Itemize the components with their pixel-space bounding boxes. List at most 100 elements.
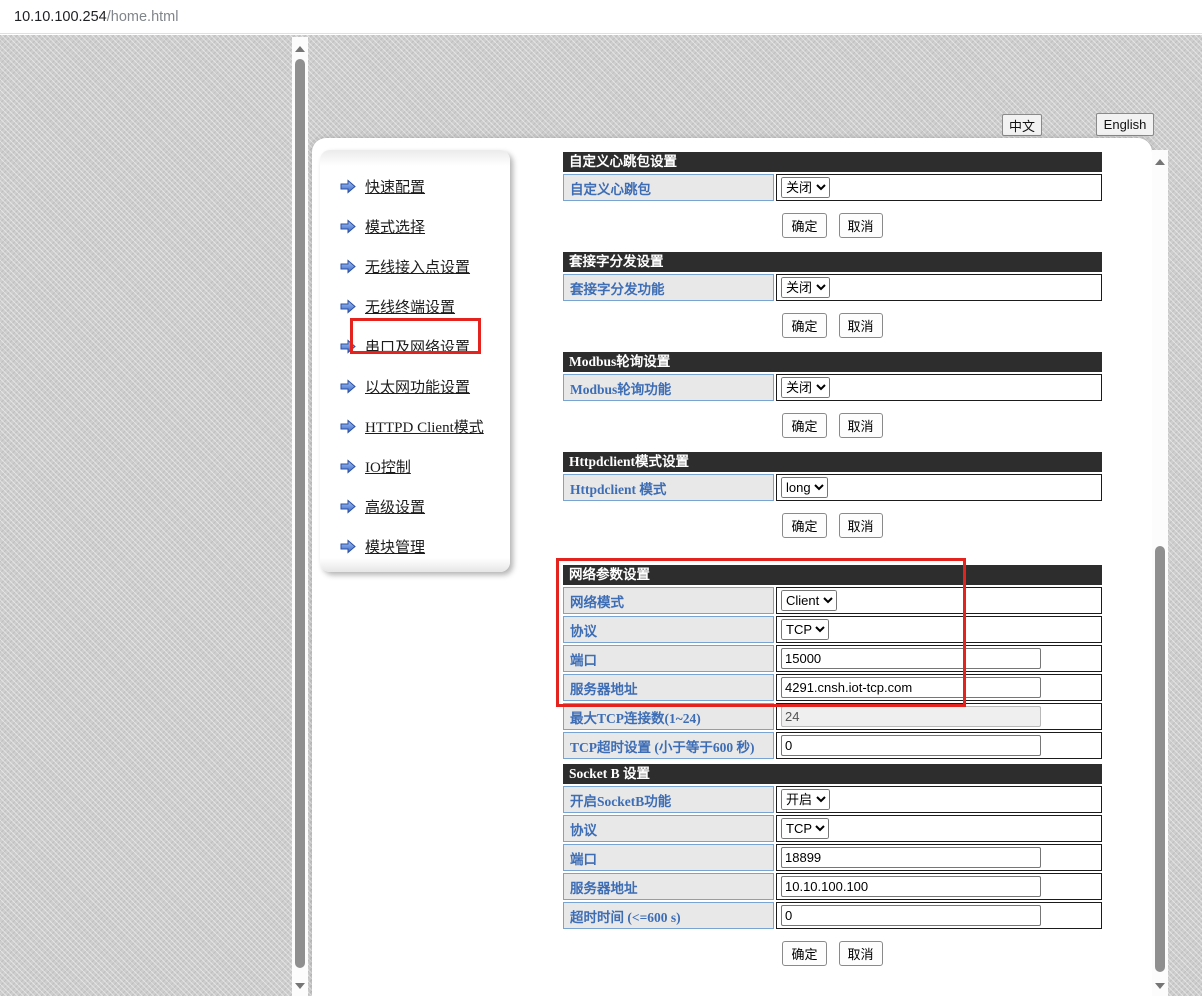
form-row: 协议TCP <box>563 815 1102 842</box>
blue-arrow-icon <box>340 219 356 234</box>
field-value-cell: TCP <box>776 815 1102 842</box>
field-value-cell <box>776 732 1102 759</box>
sidebar-item-label: 模式选择 <box>365 216 425 237</box>
page-background: 中文 English 快速配置模式选择无线接入点设置无线终端设置串口及网络设置以… <box>0 35 1202 996</box>
form-section: Socket B 设置开启SocketB功能开启协议TCP端口服务器地址超时时间… <box>563 764 1102 966</box>
form-row: 套接字分发功能关闭 <box>563 274 1102 301</box>
form-row: 服务器地址 <box>563 873 1102 900</box>
field-label: 最大TCP连接数(1~24) <box>563 703 774 730</box>
section-header: 自定义心跳包设置 <box>563 152 1102 172</box>
scroll-up-arrow-icon[interactable] <box>1155 159 1165 165</box>
form-row: Modbus轮询功能关闭 <box>563 374 1102 401</box>
form-section: 自定义心跳包设置自定义心跳包关闭确定取消 <box>563 152 1102 238</box>
url-path: /home.html <box>107 9 179 25</box>
field-value-cell <box>776 844 1102 871</box>
main-frame-scrollbar[interactable] <box>1152 150 1168 996</box>
action-buttons: 确定取消 <box>563 941 1102 966</box>
blue-arrow-icon <box>340 259 356 274</box>
sidebar-item-label: 高级设置 <box>365 496 425 517</box>
text-field[interactable] <box>781 876 1041 897</box>
scroll-down-arrow-icon[interactable] <box>295 983 305 989</box>
url-host: 10.10.100.254 <box>14 9 107 25</box>
text-field[interactable] <box>781 847 1041 868</box>
cancel-button[interactable]: 取消 <box>839 413 883 438</box>
action-buttons: 确定取消 <box>563 313 1102 338</box>
field-value-cell <box>776 902 1102 929</box>
ok-button[interactable]: 确定 <box>782 313 826 338</box>
field-value-cell: 关闭 <box>776 374 1102 401</box>
select-field[interactable]: 开启 <box>781 789 830 810</box>
sidebar-item-advanced[interactable]: 高级设置 <box>320 486 510 526</box>
scrollbar-thumb[interactable] <box>295 59 305 968</box>
select-field[interactable]: long <box>781 477 828 498</box>
text-field <box>781 706 1041 727</box>
language-english-button[interactable]: English <box>1096 113 1154 136</box>
sidebar-item-io-control[interactable]: IO控制 <box>320 446 510 486</box>
select-field[interactable]: TCP <box>781 818 829 839</box>
sidebar-item-mode-select[interactable]: 模式选择 <box>320 206 510 246</box>
field-value-cell: 开启 <box>776 786 1102 813</box>
field-label: 自定义心跳包 <box>563 174 774 201</box>
cancel-button[interactable]: 取消 <box>839 213 883 238</box>
text-field[interactable] <box>781 905 1041 926</box>
field-label: TCP超时设置 (小于等于600 秒) <box>563 732 774 759</box>
sidebar-item-label: 以太网功能设置 <box>365 376 470 397</box>
cancel-button[interactable]: 取消 <box>839 941 883 966</box>
blue-arrow-icon <box>340 299 356 314</box>
left-frame-scrollbar[interactable] <box>292 37 308 996</box>
form-section: Httpdclient模式设置Httpdclient 模式long确定取消 <box>563 452 1102 538</box>
cancel-button[interactable]: 取消 <box>839 513 883 538</box>
cancel-button[interactable]: 取消 <box>839 313 883 338</box>
action-buttons: 确定取消 <box>563 413 1102 438</box>
action-buttons: 确定取消 <box>563 213 1102 238</box>
sidebar-item-label: 无线终端设置 <box>365 296 455 317</box>
scroll-down-arrow-icon[interactable] <box>1155 983 1165 989</box>
language-chinese-button[interactable]: 中文 <box>1002 114 1042 136</box>
form-section: 套接字分发设置套接字分发功能关闭确定取消 <box>563 252 1102 338</box>
ok-button[interactable]: 确定 <box>782 941 826 966</box>
sidebar-item-quick-config[interactable]: 快速配置 <box>320 166 510 206</box>
select-field[interactable]: 关闭 <box>781 277 830 298</box>
field-value-cell: 关闭 <box>776 274 1102 301</box>
form-section: Modbus轮询设置Modbus轮询功能关闭确定取消 <box>563 352 1102 438</box>
blue-arrow-icon <box>340 179 356 194</box>
sidebar-item-wireless-ap[interactable]: 无线接入点设置 <box>320 246 510 286</box>
section-header: Modbus轮询设置 <box>563 352 1102 372</box>
field-label: 超时时间 (<=600 s) <box>563 902 774 929</box>
field-value-cell: long <box>776 474 1102 501</box>
sidebar-menu: 快速配置模式选择无线接入点设置无线终端设置串口及网络设置以太网功能设置HTTPD… <box>320 166 510 566</box>
field-value-cell: 关闭 <box>776 174 1102 201</box>
scrollbar-thumb[interactable] <box>1155 546 1165 972</box>
blue-arrow-icon <box>340 539 356 554</box>
select-field[interactable]: 关闭 <box>781 377 830 398</box>
field-value-cell <box>776 873 1102 900</box>
text-field[interactable] <box>781 735 1041 756</box>
annotation-box-sidebar-uart-network <box>350 318 481 354</box>
form-row: 自定义心跳包关闭 <box>563 174 1102 201</box>
blue-arrow-icon <box>340 379 356 394</box>
blue-arrow-icon <box>340 499 356 514</box>
sidebar-item-label: IO控制 <box>365 456 411 477</box>
action-buttons: 确定取消 <box>563 513 1102 538</box>
field-value-cell <box>776 703 1102 730</box>
ok-button[interactable]: 确定 <box>782 213 826 238</box>
ok-button[interactable]: 确定 <box>782 513 826 538</box>
select-field[interactable]: 关闭 <box>781 177 830 198</box>
sidebar: 快速配置模式选择无线接入点设置无线终端设置串口及网络设置以太网功能设置HTTPD… <box>320 150 510 572</box>
sidebar-item-label: 无线接入点设置 <box>365 256 470 277</box>
field-label: Httpdclient 模式 <box>563 474 774 501</box>
form-row: Httpdclient 模式 long <box>563 474 1102 501</box>
sidebar-item-label: HTTPD Client模式 <box>365 416 484 437</box>
sidebar-item-httpd-client[interactable]: HTTPD Client模式 <box>320 406 510 446</box>
field-label: 套接字分发功能 <box>563 274 774 301</box>
ok-button[interactable]: 确定 <box>782 413 826 438</box>
field-label: 端口 <box>563 844 774 871</box>
browser-url-bar[interactable]: 10.10.100.254/home.html <box>0 0 1202 34</box>
section-header: Socket B 设置 <box>563 764 1102 784</box>
sidebar-item-ethernet[interactable]: 以太网功能设置 <box>320 366 510 406</box>
sidebar-item-module-mgmt[interactable]: 模块管理 <box>320 526 510 566</box>
blue-arrow-icon <box>340 459 356 474</box>
blue-arrow-icon <box>340 419 356 434</box>
field-label: 开启SocketB功能 <box>563 786 774 813</box>
scroll-up-arrow-icon[interactable] <box>295 46 305 52</box>
